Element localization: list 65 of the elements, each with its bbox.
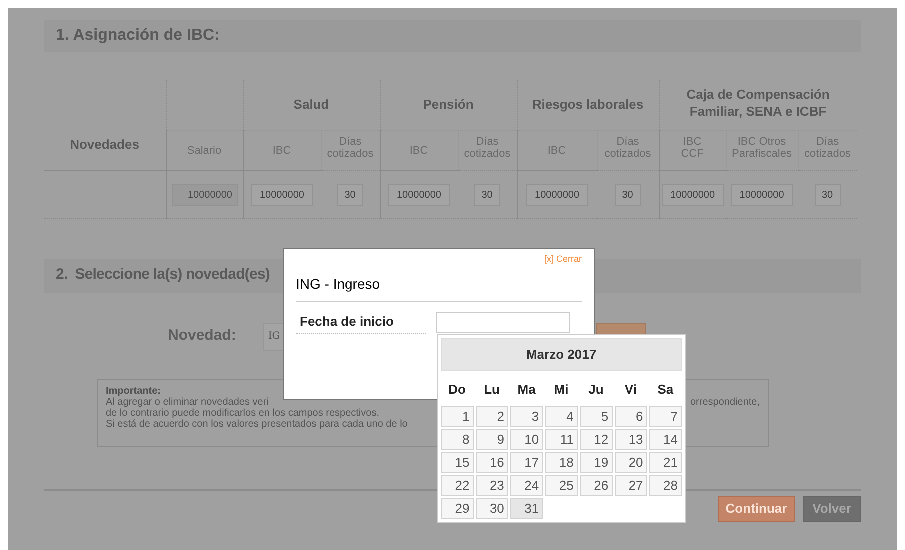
group-header: Caja de Compensación Familiar, SENA e ICBF — [686, 86, 830, 120]
weekday-label: Ma — [516, 381, 537, 399]
input-field[interactable]: 30 — [614, 184, 641, 206]
add-button[interactable] — [596, 322, 646, 334]
day-cell[interactable]: 25 — [545, 474, 578, 496]
input-field[interactable]: 10000000 — [662, 184, 724, 206]
day-cell[interactable]: 12 — [580, 428, 613, 450]
day-cell[interactable]: 3 — [510, 406, 544, 426]
day-cell[interactable]: 11 — [545, 428, 578, 450]
day-cell[interactable]: 26 — [580, 474, 613, 496]
weekday-label: Ju — [588, 381, 605, 399]
day-cell[interactable]: 22 — [441, 474, 474, 496]
group-header: Riesgos laborales — [532, 96, 644, 113]
day-cell[interactable]: 16 — [476, 452, 508, 472]
weekday-label: Vi — [624, 381, 638, 399]
input-field[interactable]: 30 — [814, 184, 841, 206]
input-field[interactable]: 10000000 — [251, 184, 314, 206]
input-field[interactable]: 10000000 — [388, 184, 450, 206]
day-cell[interactable]: 28 — [649, 474, 682, 496]
day-cell[interactable]: 1 — [441, 406, 474, 426]
day-cell[interactable]: 24 — [510, 474, 544, 496]
notice-text: orrespondiente, — [690, 396, 760, 408]
day-cell[interactable]: 8 — [441, 428, 474, 450]
day-cell[interactable]: 30 — [476, 498, 508, 518]
day-cell[interactable]: 23 — [476, 474, 508, 496]
day-cell[interactable]: 27 — [614, 474, 648, 496]
day-cell[interactable]: 5 — [580, 406, 613, 426]
month-title: Marzo 2017 — [526, 346, 597, 364]
day-cell[interactable]: 31 — [510, 498, 544, 518]
day-cell[interactable]: 17 — [510, 452, 544, 472]
notice-text: de lo contrario puede modificarlos en los campos respectivos. — [106, 408, 380, 418]
day-cell[interactable]: 4 — [545, 406, 578, 426]
date-field[interactable] — [436, 312, 570, 334]
weekday-label: Mi — [553, 381, 570, 399]
day-cell[interactable]: 10 — [510, 428, 544, 450]
notice-text: Si está de acuerdo con los valores presentados para cada uno de lo — [106, 418, 408, 430]
day-cell[interactable]: 18 — [545, 452, 578, 472]
weekday-label: Lu — [483, 381, 501, 399]
field-label: Novedad: — [168, 326, 236, 346]
day-cell[interactable]: 15 — [441, 452, 474, 472]
group-header: Salud — [294, 96, 330, 113]
input-field[interactable]: 30 — [337, 184, 364, 206]
field-label: Fecha de inicio — [296, 312, 426, 334]
column-header: Novedades — [70, 136, 140, 152]
day-cell[interactable]: 21 — [649, 452, 682, 472]
weekday-label: Do — [448, 381, 468, 399]
day-cell[interactable]: 13 — [614, 428, 648, 450]
day-cell[interactable]: 2 — [476, 406, 508, 426]
day-cell[interactable]: 7 — [649, 406, 682, 426]
day-cell[interactable]: 9 — [476, 428, 508, 450]
section-title: 2. Seleccione la(s) novedad(es) — [56, 265, 270, 286]
dialog-title: ING - Ingreso — [296, 276, 380, 292]
notice-text: Al agregar o eliminar novedades veri — [106, 396, 269, 408]
input-field[interactable]: 10000000 — [526, 184, 588, 206]
day-cell[interactable]: 6 — [614, 406, 648, 426]
day-cell[interactable]: 14 — [649, 428, 682, 450]
group-header: Pensión — [423, 96, 474, 113]
input-field[interactable]: 30 — [474, 184, 500, 206]
notice-heading: Importante: — [106, 386, 161, 396]
input-field[interactable]: 10000000 — [731, 184, 794, 206]
day-cell[interactable]: 19 — [580, 452, 613, 472]
day-cell[interactable]: 20 — [614, 452, 648, 472]
weekday-label: Sa — [656, 381, 675, 399]
section-title: 1. Asignación de IBC: — [56, 26, 220, 46]
day-cell[interactable]: 29 — [441, 498, 474, 518]
